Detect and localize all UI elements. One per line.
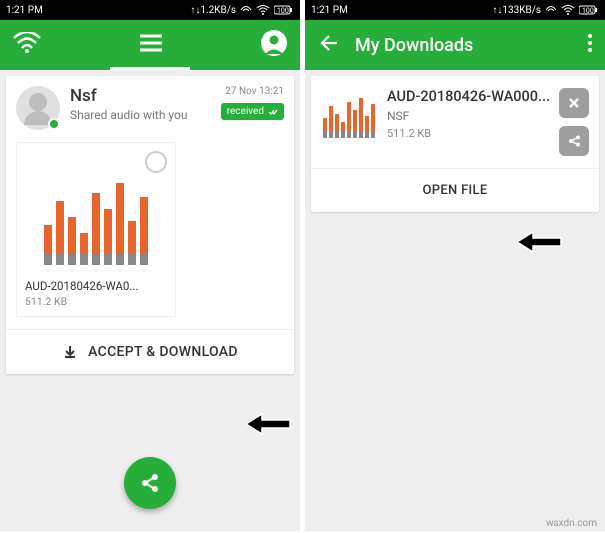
- share-button[interactable]: [559, 126, 589, 156]
- file-card[interactable]: AUD-20180426-WA0... 511.2 KB: [16, 142, 176, 317]
- watermark: wsxdn.com: [546, 518, 597, 529]
- download-sender: NSF: [387, 109, 551, 123]
- share-subtitle: Shared audio with you: [70, 108, 221, 122]
- check-icon: [268, 108, 278, 116]
- select-circle[interactable]: [145, 151, 167, 173]
- svg-text:100: 100: [582, 7, 594, 15]
- avatar: [16, 86, 60, 130]
- download-icon: [62, 344, 78, 360]
- back-icon[interactable]: [317, 32, 339, 58]
- open-file-button[interactable]: OPEN FILE: [311, 168, 599, 212]
- more-icon[interactable]: [587, 33, 593, 57]
- battery-icon: 100: [274, 5, 294, 15]
- share-fab[interactable]: [124, 457, 176, 509]
- audio-thumbnail: [321, 88, 377, 138]
- voice-icon: [240, 5, 252, 15]
- left-screen: 1:21 PM ↑↓1.2KB/s 100: [0, 0, 300, 531]
- download-card: AUD-20180426-WA000... NSF 511.2 KB OPEN …: [311, 76, 599, 212]
- accept-download-button[interactable]: ACCEPT & DOWNLOAD: [6, 329, 294, 374]
- right-screen: 1:21 PM ↑↓133KB/s 100 My Downloads: [305, 0, 605, 531]
- voice-icon: [545, 5, 557, 15]
- status-time: 1:21 PM: [6, 5, 43, 16]
- close-icon: [567, 96, 581, 110]
- left-content: Nsf Shared audio with you 27 Nov 13:21 r…: [0, 70, 300, 531]
- download-file-name: AUD-20180426-WA000...: [387, 88, 551, 105]
- battery-icon: 100: [579, 5, 599, 15]
- pointer-arrow: [244, 410, 292, 438]
- file-size: 511.2 KB: [25, 295, 167, 308]
- profile-icon[interactable]: [260, 29, 288, 61]
- open-file-label: OPEN FILE: [423, 183, 488, 198]
- right-content: AUD-20180426-WA000... NSF 511.2 KB OPEN …: [305, 70, 605, 531]
- accept-label: ACCEPT & DOWNLOAD: [88, 344, 238, 360]
- share-icon: [567, 134, 581, 148]
- menu-icon[interactable]: [138, 33, 164, 57]
- pointer-arrow: [515, 228, 563, 256]
- sender-name: Nsf: [70, 86, 221, 106]
- share-icon: [139, 472, 161, 494]
- timestamp: 27 Nov 13:21: [221, 86, 284, 97]
- app-bar: [0, 20, 300, 70]
- share-card: Nsf Shared audio with you 27 Nov 13:21 r…: [6, 76, 294, 374]
- status-speed: ↑↓1.2KB/s: [190, 5, 236, 16]
- status-speed: ↑↓133KB/s: [492, 5, 541, 16]
- app-bar: My Downloads: [305, 20, 605, 70]
- download-file-size: 511.2 KB: [387, 127, 551, 140]
- status-bar: 1:21 PM ↑↓133KB/s 100: [305, 0, 605, 20]
- wifi-icon: [561, 5, 575, 15]
- delete-button[interactable]: [559, 88, 589, 118]
- received-badge: received: [221, 103, 284, 120]
- svg-text:100: 100: [277, 7, 289, 15]
- page-title: My Downloads: [355, 35, 473, 56]
- wifi-icon: [256, 5, 270, 15]
- status-bar: 1:21 PM ↑↓1.2KB/s 100: [0, 0, 300, 20]
- wifi-tab-icon[interactable]: [12, 32, 42, 58]
- file-name: AUD-20180426-WA0...: [25, 279, 167, 293]
- status-time: 1:21 PM: [311, 5, 348, 16]
